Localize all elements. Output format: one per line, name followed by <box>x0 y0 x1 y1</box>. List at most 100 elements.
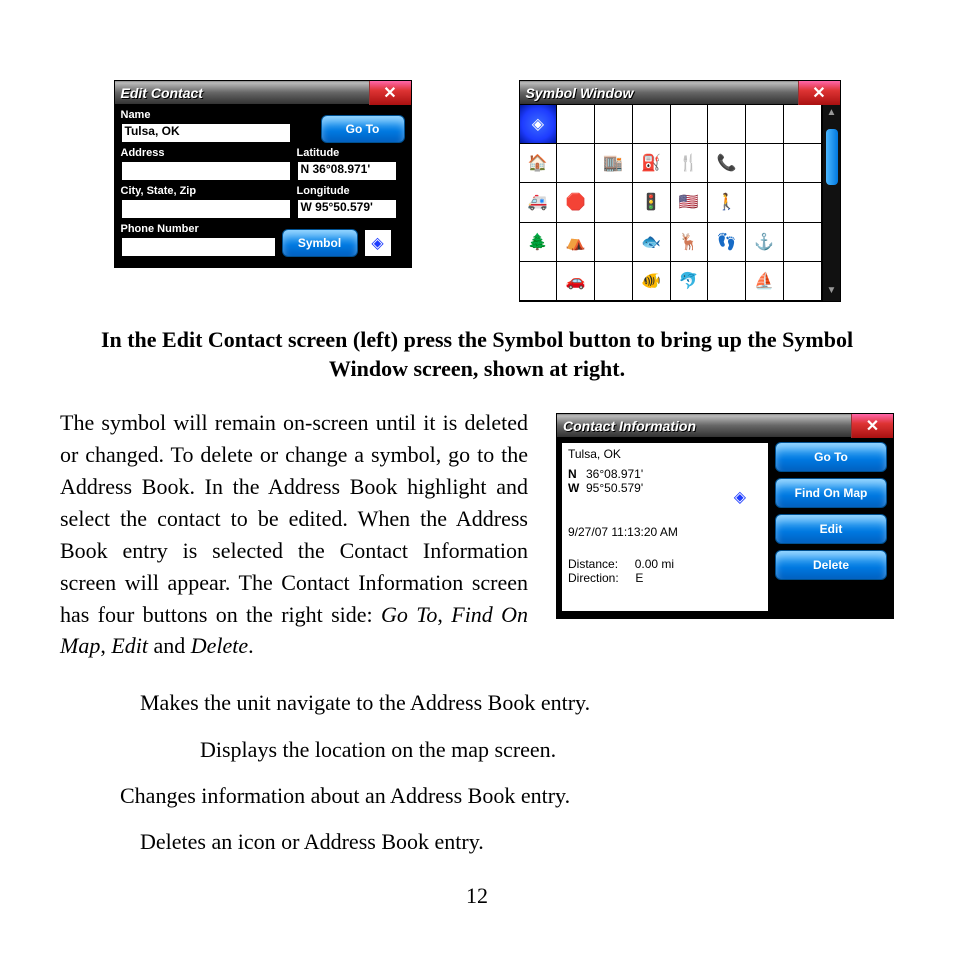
scroll-thumb[interactable] <box>826 129 838 185</box>
address-input[interactable] <box>121 161 291 181</box>
symbol-cell[interactable]: ☠ <box>595 262 633 301</box>
contact-info-window: Contact Information Tulsa, OK N 36°08.97… <box>556 413 894 619</box>
desc-findonmap: Displays the location on the map screen. <box>200 727 894 773</box>
symbol-cell[interactable]: ✚ <box>784 105 822 144</box>
contact-info-body: Tulsa, OK N 36°08.971' W 95°50.579' ◈ 9/… <box>557 438 893 618</box>
symbol-cell[interactable]: 🚗 <box>557 262 595 301</box>
btn-name-goto: Go To <box>381 602 437 627</box>
symbol-cell[interactable]: ✖ <box>708 105 746 144</box>
edit-button[interactable]: Edit <box>775 514 887 544</box>
lon-dir: W <box>568 481 580 495</box>
symbol-cell[interactable]: 🐠 <box>633 262 671 301</box>
para-text: The symbol will remain on-screen until i… <box>60 410 528 626</box>
symbol-grid: ◈◆◇✖✖✖✖✚🏠⚑🏬⛽🍴📞✈🚑🛑⚠🚦🇺🇸🚶🅿🌲⛺△🐟🦌👣⚓🏖🚗☠🐠🐬◢⛵ <box>520 105 822 301</box>
symbol-cell[interactable]: ✖ <box>633 105 671 144</box>
contact-info-card: Tulsa, OK N 36°08.971' W 95°50.579' ◈ 9/… <box>561 442 769 612</box>
symbol-cell[interactable]: 🅿 <box>746 183 784 222</box>
delete-button[interactable]: Delete <box>775 550 887 580</box>
current-symbol-swatch[interactable]: ◈ <box>364 229 392 257</box>
figure-caption: In the Edit Contact screen (left) press … <box>80 326 874 383</box>
edit-contact-window: Edit Contact Name Tulsa, OK Go To Addres… <box>114 80 412 268</box>
desc-delete: Deletes an icon or Address Book entry. <box>140 819 894 865</box>
sep: . <box>248 633 254 658</box>
lat-dir: N <box>568 467 580 481</box>
distance-label: Distance: <box>568 557 618 571</box>
symbol-cell[interactable]: △ <box>595 223 633 262</box>
direction-value: E <box>635 571 643 585</box>
symbol-cell[interactable]: 🏠 <box>520 144 558 183</box>
symbol-cell[interactable] <box>784 144 822 183</box>
latitude-input[interactable]: N 36°08.971' <box>297 161 397 181</box>
symbol-cell[interactable]: 🇺🇸 <box>671 183 709 222</box>
btn-name-edit: Edit <box>111 633 148 658</box>
symbol-cell[interactable]: ◇ <box>595 105 633 144</box>
find-on-map-button[interactable]: Find On Map <box>775 478 887 508</box>
symbol-cell[interactable]: ◆ <box>557 105 595 144</box>
contact-info-title: Contact Information <box>557 418 851 434</box>
phone-label: Phone Number <box>121 223 276 235</box>
symbol-cell[interactable]: ✖ <box>746 105 784 144</box>
symbol-cell[interactable]: ◈ <box>520 105 558 144</box>
symbol-cell[interactable]: ✖ <box>671 105 709 144</box>
symbol-window-title: Symbol Window <box>520 85 798 101</box>
symbol-cell[interactable]: 🐬 <box>671 262 709 301</box>
timestamp: 9/27/07 11:13:20 AM <box>568 525 762 539</box>
symbol-cell[interactable] <box>784 183 822 222</box>
phone-input[interactable] <box>121 237 276 257</box>
symbol-cell[interactable]: ✈ <box>746 144 784 183</box>
edit-contact-titlebar: Edit Contact <box>115 81 411 105</box>
symbol-button[interactable]: Symbol <box>282 229 358 257</box>
symbol-window-body: ◈◆◇✖✖✖✖✚🏠⚑🏬⛽🍴📞✈🚑🛑⚠🚦🇺🇸🚶🅿🌲⛺△🐟🦌👣⚓🏖🚗☠🐠🐬◢⛵ ▲ … <box>520 105 840 301</box>
btn-name-delete: Delete <box>191 633 248 658</box>
figure-row: Edit Contact Name Tulsa, OK Go To Addres… <box>60 80 894 302</box>
close-icon[interactable] <box>798 81 840 105</box>
symbol-cell[interactable] <box>784 223 822 262</box>
edit-contact-title: Edit Contact <box>115 85 369 101</box>
symbol-cell[interactable]: ⚓ <box>746 223 784 262</box>
direction-label: Direction: <box>568 571 619 585</box>
symbol-window: Symbol Window ◈◆◇✖✖✖✖✚🏠⚑🏬⛽🍴📞✈🚑🛑⚠🚦🇺🇸🚶🅿🌲⛺△… <box>519 80 841 302</box>
longitude-input[interactable]: W 95°50.579' <box>297 199 397 219</box>
symbol-cell[interactable]: 🏬 <box>595 144 633 183</box>
close-icon[interactable] <box>851 414 893 438</box>
symbol-scrollbar[interactable]: ▲ ▼ <box>822 105 840 301</box>
address-label: Address <box>121 147 291 159</box>
symbol-cell[interactable] <box>784 262 822 301</box>
symbol-cell[interactable]: ⚠ <box>595 183 633 222</box>
go-to-button[interactable]: Go To <box>775 442 887 472</box>
desc-goto: Makes the unit navigate to the Address B… <box>140 680 894 726</box>
symbol-window-titlebar: Symbol Window <box>520 81 840 105</box>
name-input[interactable]: Tulsa, OK <box>121 123 291 143</box>
symbol-cell[interactable]: 🚶 <box>708 183 746 222</box>
waypoint-icon: ◈ <box>734 487 746 507</box>
symbol-cell[interactable]: 🚦 <box>633 183 671 222</box>
contact-info-buttons: Go To Find On Map Edit Delete <box>775 442 887 612</box>
symbol-cell[interactable]: ⛺ <box>557 223 595 262</box>
symbol-cell[interactable]: 🦌 <box>671 223 709 262</box>
symbol-cell[interactable]: ⚑ <box>557 144 595 183</box>
name-label: Name <box>121 109 291 121</box>
contact-name: Tulsa, OK <box>568 447 762 461</box>
symbol-cell[interactable]: 🚑 <box>520 183 558 222</box>
symbol-cell[interactable]: 📞 <box>708 144 746 183</box>
symbol-cell[interactable]: ⛽ <box>633 144 671 183</box>
button-descriptions: Makes the unit navigate to the Address B… <box>140 680 894 865</box>
lon-value: 95°50.579' <box>586 481 643 495</box>
sep: , <box>437 602 451 627</box>
symbol-cell[interactable]: 🛑 <box>557 183 595 222</box>
mid-row: The symbol will remain on-screen until i… <box>60 407 894 662</box>
symbol-cell[interactable]: 🍴 <box>671 144 709 183</box>
scroll-down-icon[interactable]: ▼ <box>825 285 839 299</box>
symbol-cell[interactable]: ◢ <box>708 262 746 301</box>
desc-edit: Changes information about an Address Boo… <box>120 773 894 819</box>
symbol-cell[interactable]: 🌲 <box>520 223 558 262</box>
symbol-cell[interactable]: 🐟 <box>633 223 671 262</box>
close-icon[interactable] <box>369 81 411 105</box>
scroll-up-icon[interactable]: ▲ <box>825 107 839 121</box>
city-state-zip-input[interactable] <box>121 199 291 219</box>
go-to-button[interactable]: Go To <box>321 115 405 143</box>
symbol-cell[interactable]: 🏖 <box>520 262 558 301</box>
latitude-label: Latitude <box>297 147 397 159</box>
symbol-cell[interactable]: 👣 <box>708 223 746 262</box>
symbol-cell[interactable]: ⛵ <box>746 262 784 301</box>
